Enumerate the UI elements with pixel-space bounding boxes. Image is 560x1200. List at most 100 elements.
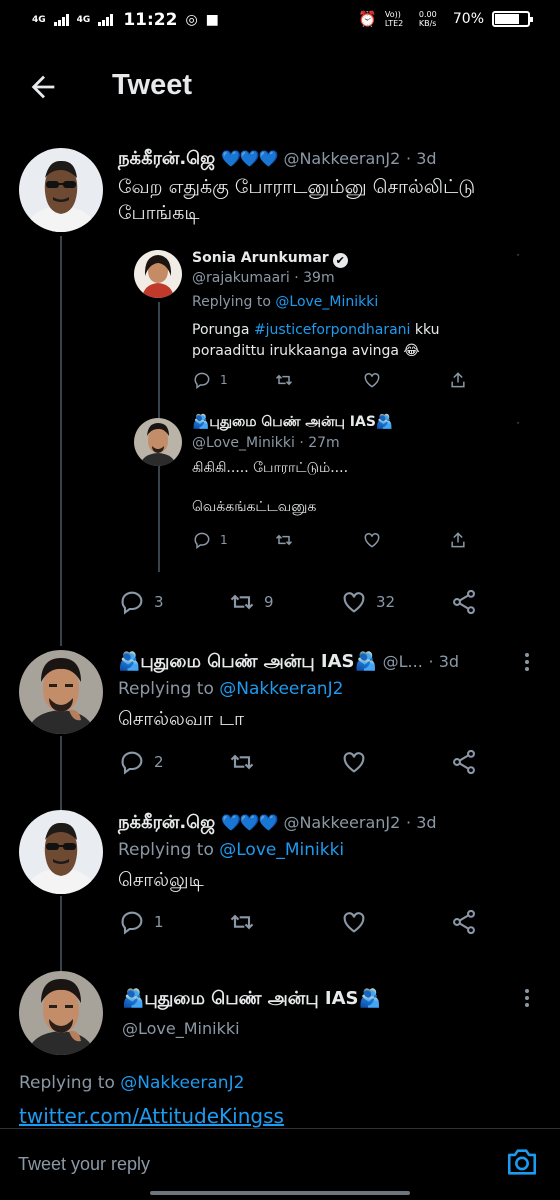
- display-name[interactable]: நக்கீரன்.ஜெ: [118, 812, 215, 833]
- retweet-button[interactable]: [228, 748, 256, 776]
- page-title: Tweet: [112, 69, 193, 101]
- tweet-text: சொல்லுடி: [118, 869, 204, 891]
- tweet-text: சொல்லவா டா: [118, 708, 244, 730]
- reply-icon: [121, 751, 143, 775]
- reply-count: 1: [220, 373, 228, 387]
- like-button[interactable]: 32: [340, 588, 395, 616]
- more-options-icon[interactable]: [508, 422, 528, 428]
- avatar[interactable]: [134, 418, 182, 466]
- reply-button[interactable]: 3: [118, 588, 164, 616]
- reply-count: 2: [154, 753, 164, 771]
- tweet-header: 🫂புதுமை பெண் அன்பு IAS🫂: [122, 988, 381, 1011]
- reply-composer: [0, 1128, 560, 1200]
- retweet-button[interactable]: [274, 370, 294, 390]
- battery-icon: [492, 11, 533, 27]
- reply-button[interactable]: 2: [118, 748, 164, 776]
- retweet-count: 9: [264, 593, 274, 611]
- reply-button[interactable]: 1: [192, 530, 228, 550]
- quoted-name-text: Sonia Arunkumar: [192, 250, 329, 266]
- speed-label: 0.00 KB/s: [418, 10, 437, 28]
- like-button[interactable]: [362, 370, 382, 390]
- share-button[interactable]: [448, 370, 468, 390]
- heart-icon: [343, 752, 365, 773]
- back-arrow-icon[interactable]: [26, 70, 60, 104]
- network-label-1: 4G: [32, 14, 46, 25]
- share-button[interactable]: [450, 908, 478, 936]
- retweet-icon: [230, 914, 254, 930]
- tweet-time: · 3d: [406, 813, 437, 832]
- replying-prefix: Replying to: [192, 294, 271, 310]
- thread-line: [60, 896, 62, 972]
- display-name[interactable]: 🫂புதுமை பெண் அன்பு IAS🫂: [122, 988, 381, 1009]
- replying-to-link[interactable]: @Love_Minikki: [219, 840, 344, 860]
- tweet-header: நக்கீரன்.ஜெ 💙💙💙 @NakkeeranJ2 · 3d: [118, 148, 437, 171]
- quoted-handle[interactable]: @Love_Minikki: [192, 435, 295, 451]
- retweet-button[interactable]: 9: [228, 588, 274, 616]
- share-icon: [453, 589, 475, 615]
- share-icon: [451, 372, 465, 388]
- tweet-action-bar: 3 9 32: [118, 588, 478, 618]
- status-bar: 4G 4G 11:22 ◎ ■ ⏰ Vo)) LTE2 0.00 KB/s 70…: [0, 0, 560, 42]
- display-name[interactable]: நக்கீரன்.ஜெ: [118, 148, 215, 169]
- tweet-header: நக்கீரன்.ஜெ 💙💙💙 @NakkeeranJ2 · 3d: [118, 812, 437, 835]
- retweet-button[interactable]: [274, 530, 294, 550]
- like-button[interactable]: [362, 530, 382, 550]
- reply-icon: [194, 532, 210, 549]
- more-options-icon[interactable]: [524, 652, 530, 672]
- tweet-handle-line: @Love_Minikki: [122, 1018, 240, 1039]
- tweet-header: 🫂புதுமை பெண் அன்பு IAS🫂 @L... · 3d: [118, 651, 459, 674]
- replying-prefix: Replying to: [19, 1073, 115, 1093]
- user-handle[interactable]: @NakkeeranJ2: [283, 813, 400, 832]
- replying-to-link[interactable]: @NakkeeranJ2: [219, 679, 343, 699]
- tweet-action-bar: 1: [118, 908, 478, 938]
- more-options-icon[interactable]: [508, 254, 528, 260]
- tweet-link[interactable]: twitter.com/AttitudeKingss: [19, 1104, 284, 1128]
- user-handle[interactable]: @NakkeeranJ2: [283, 149, 400, 168]
- user-handle[interactable]: @L...: [383, 652, 423, 671]
- quoted-display-name[interactable]: Sonia Arunkumar ✔: [192, 250, 348, 268]
- reply-input[interactable]: [18, 1149, 478, 1179]
- quoted-handle[interactable]: @rajakumaari: [192, 270, 290, 286]
- avatar[interactable]: [19, 650, 103, 734]
- replying-to-link[interactable]: @NakkeeranJ2: [120, 1073, 244, 1093]
- retweet-button[interactable]: [228, 908, 256, 936]
- share-icon: [453, 909, 475, 935]
- share-button[interactable]: [450, 748, 478, 776]
- display-name[interactable]: 🫂புதுமை பெண் அன்பு IAS🫂: [118, 651, 377, 672]
- tweet-text: வேற எதுக்கு போராடனும்னு சொல்லிட்டு போங்க…: [118, 174, 475, 226]
- avatar[interactable]: [19, 971, 103, 1055]
- retweet-icon: [230, 594, 254, 610]
- blue-hearts-emoji: 💙💙💙: [220, 813, 279, 832]
- share-button[interactable]: [448, 530, 468, 550]
- verified-badge-icon: ✔: [332, 253, 348, 268]
- quoted-text-line: poraadittu irukkaanga avinga 😂: [192, 343, 420, 359]
- heart-icon: [364, 372, 380, 388]
- hashtag-link[interactable]: #justiceforpondharani: [254, 322, 411, 338]
- avatar[interactable]: [19, 148, 103, 232]
- quoted-replying-line: Replying to @Love_Minikki: [192, 294, 378, 310]
- replying-line: Replying to @Love_Minikki: [118, 840, 344, 860]
- avatar[interactable]: [134, 250, 182, 298]
- replying-to-link[interactable]: @Love_Minikki: [275, 294, 378, 310]
- signal-icon-2: [98, 14, 114, 26]
- share-button[interactable]: [450, 588, 478, 616]
- more-options-icon[interactable]: [524, 988, 530, 1008]
- reply-count: 1: [154, 913, 164, 931]
- camera-icon[interactable]: [504, 1145, 540, 1179]
- like-button[interactable]: [340, 748, 368, 776]
- quoted-display-name[interactable]: 🫂புதுமை பெண் அன்பு IAS🫂: [192, 414, 393, 432]
- replying-line: Replying to @NakkeeranJ2: [118, 679, 343, 699]
- tweet-time: · 3d: [428, 652, 460, 671]
- avatar[interactable]: [19, 810, 103, 894]
- reply-icon: [194, 372, 210, 389]
- volte-label: Vo)) LTE2: [384, 10, 404, 28]
- user-handle[interactable]: @Love_Minikki: [122, 1019, 240, 1038]
- like-button[interactable]: [340, 908, 368, 936]
- reply-button[interactable]: 1: [118, 908, 164, 936]
- quoted-text: கிகிகி..... போராட்டும்.... வெக்கங்கட்டவன…: [192, 458, 348, 518]
- quoted-action-bar: 1: [192, 530, 472, 552]
- quoted-action-bar: 1: [192, 370, 472, 392]
- embedded-thread[interactable]: Sonia Arunkumar ✔ @rajakumaari · 39m Repl…: [118, 232, 538, 572]
- reply-button[interactable]: 1: [192, 370, 228, 390]
- retweet-icon: [275, 534, 293, 546]
